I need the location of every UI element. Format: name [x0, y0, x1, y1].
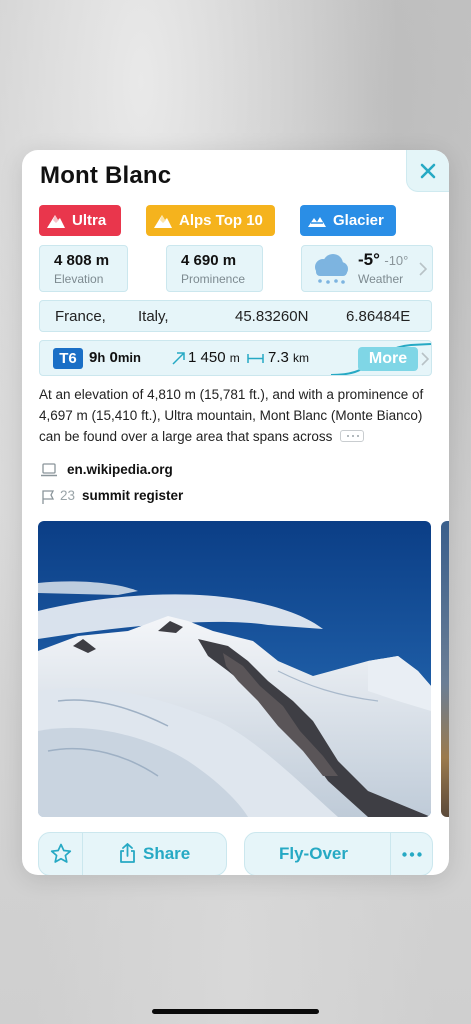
elevation-number: 4 808	[54, 252, 92, 269]
share-button[interactable]: Share	[83, 833, 226, 875]
mountain-icon	[154, 214, 172, 228]
duration: 9h 0min	[89, 349, 141, 366]
weather-button[interactable]: -5° -10° Weather	[301, 245, 433, 292]
weather-temps: -5° -10°	[358, 250, 408, 270]
badge-ultra[interactable]: Ultra	[39, 205, 121, 236]
distance-unit: km	[293, 351, 310, 365]
description-text: At an elevation of 4,810 m (15,781 ft.),…	[39, 387, 424, 444]
peak-detail-card: Mont Blanc Ultra Alps Top 10 Glacier 4 8…	[22, 150, 449, 875]
badge-glacier[interactable]: Glacier	[300, 205, 396, 236]
flyover-bar: Fly-Over	[244, 832, 433, 875]
location-bar[interactable]: France, Italy, 45.83260N 6.86484E	[39, 300, 432, 332]
route-summary[interactable]: T6 9h 0min 1 450 m 7.3 km More	[39, 340, 432, 376]
share-icon	[120, 843, 135, 863]
prominence-number: 4 690	[181, 252, 219, 269]
share-label: Share	[143, 844, 191, 863]
prominence-stat[interactable]: 4 690 m Prominence	[166, 245, 263, 292]
duration-minutes: 0	[109, 349, 118, 366]
elevation-unit: m	[95, 252, 110, 269]
star-icon	[50, 843, 72, 863]
ascent: 1 450 m	[188, 349, 240, 366]
elevation-label: Elevation	[54, 272, 104, 286]
duration-hours-unit: h	[97, 350, 106, 365]
ascent-unit: m	[229, 351, 240, 365]
badge-label: Glacier	[333, 212, 384, 229]
flyover-label: Fly-Over	[279, 844, 348, 863]
share-bar: Share	[38, 832, 227, 875]
home-indicator[interactable]	[152, 1009, 319, 1014]
summit-register-count: 23	[60, 488, 76, 503]
close-button[interactable]	[406, 150, 449, 192]
weather-low: -10°	[384, 253, 409, 268]
prominence-label: Prominence	[181, 272, 246, 286]
weather-high: -5°	[358, 250, 380, 269]
favorite-button[interactable]	[39, 833, 83, 875]
badge-label: Alps Top 10	[179, 212, 263, 229]
elevation-stat[interactable]: 4 808 m Elevation	[39, 245, 128, 292]
close-icon	[420, 163, 436, 178]
difficulty-badge: T6	[53, 348, 83, 369]
wikipedia-link[interactable]: en.wikipedia.org	[67, 462, 173, 477]
weather-label: Weather	[358, 272, 404, 286]
mountain-photo[interactable]	[38, 521, 431, 817]
ascent-icon	[172, 352, 185, 365]
country-france: France,	[55, 308, 106, 325]
chevron-right-icon	[421, 352, 429, 366]
elevation-value: 4 808 m	[54, 252, 109, 269]
country-italy: Italy,	[138, 308, 169, 325]
cloud-snow-icon	[315, 254, 348, 284]
laptop-icon	[41, 463, 57, 477]
prominence-value: 4 690 m	[181, 252, 236, 269]
summit-register-link[interactable]: summit register	[82, 488, 183, 503]
duration-minutes-unit: min	[117, 350, 141, 365]
flag-icon	[42, 490, 55, 504]
mountain-icon	[47, 214, 65, 228]
description: At an elevation of 4,810 m (15,781 ft.),…	[39, 384, 434, 447]
badge-alps-top-10[interactable]: Alps Top 10	[146, 205, 275, 236]
glacier-icon	[308, 217, 326, 227]
mont-blanc-photo	[38, 521, 431, 817]
chevron-right-icon	[419, 262, 427, 276]
next-photo-preview[interactable]	[441, 521, 449, 817]
prominence-unit: m	[222, 252, 237, 269]
more-button[interactable]: More	[358, 347, 418, 371]
flyover-button[interactable]: Fly-Over	[245, 833, 389, 875]
badge-label: Ultra	[72, 212, 107, 229]
longitude: 6.86484E	[346, 308, 411, 325]
distance-value: 7.3	[268, 349, 289, 366]
ascent-value: 1 450	[188, 349, 226, 366]
distance: 7.3 km	[268, 349, 309, 366]
page-title: Mont Blanc	[40, 162, 172, 189]
more-options-button[interactable]	[390, 833, 433, 875]
distance-icon	[247, 354, 264, 363]
expand-description-button[interactable]	[340, 430, 365, 443]
ellipsis-icon	[402, 852, 422, 857]
latitude: 45.83260N	[235, 308, 309, 325]
